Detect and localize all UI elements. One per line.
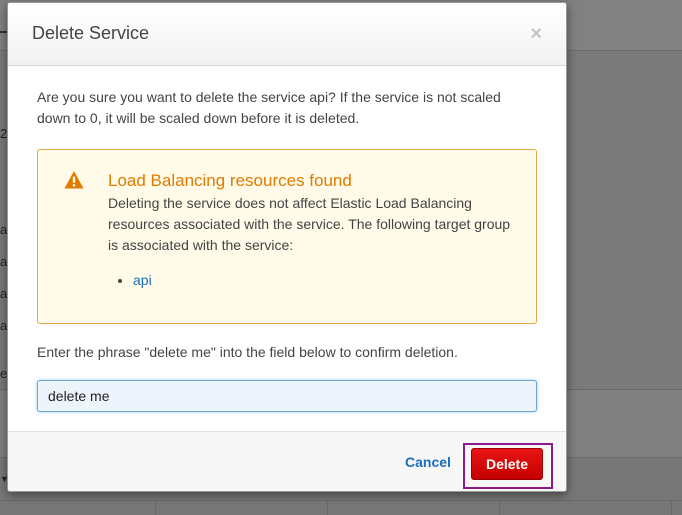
list-item: api [133,272,152,288]
confirm-message: Are you sure you want to delete the serv… [37,89,501,126]
phrase-instructions: Enter the phrase "delete me" into the fi… [37,344,458,360]
target-group-list: api [133,272,152,288]
warning-icon [64,171,84,189]
delete-button[interactable]: Delete [471,448,543,480]
load-balancing-alert: Load Balancing resources found Deleting … [37,149,537,324]
cancel-button[interactable]: Cancel [405,454,451,470]
alert-message: Deleting the service does not affect Ela… [108,195,511,253]
background-column-separator [327,500,328,515]
dialog-title: Delete Service [32,23,150,43]
close-icon[interactable]: × [530,24,542,44]
background-column-separator [155,500,156,515]
target-group-link[interactable]: api [133,272,152,288]
background-table-row [0,500,682,515]
dialog-footer: Cancel Delete [8,431,566,491]
alert-title: Load Balancing resources found [108,171,352,190]
background-column-separator [499,500,500,515]
delete-service-dialog: Delete Service × Are you sure you want t… [7,2,567,492]
confirm-phrase-input[interactable] [37,380,537,412]
dialog-header: Delete Service × [8,3,566,66]
background-column-separator [671,500,672,515]
delete-button-highlight: Delete [463,443,553,489]
